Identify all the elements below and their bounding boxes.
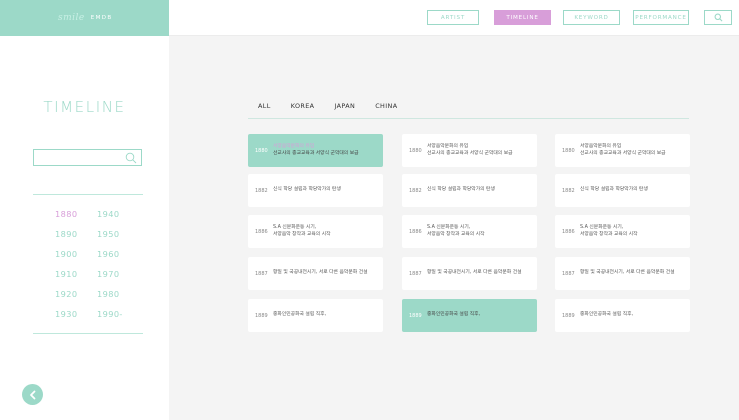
card-text-line1: 항일 및 국공내전시기, 서로 다른 음악문화 건설 bbox=[580, 270, 675, 276]
back-button[interactable] bbox=[22, 384, 43, 405]
nav-timeline-button[interactable]: TIMELINE bbox=[494, 10, 551, 25]
card-text: 중화인민공화국 설립 직후, bbox=[427, 312, 480, 318]
search-icon bbox=[714, 13, 722, 22]
card-text-line2: 선교사의 종교교육과 서양식 군악대의 보급 bbox=[580, 150, 666, 156]
card-year: 1886 bbox=[409, 228, 422, 235]
card-text: 중화인민공화국 설립 직후, bbox=[273, 312, 326, 318]
card-text-line1: 신식 학당 설립과 학당악가의 탄생 bbox=[580, 187, 648, 193]
timeline-card[interactable]: 1886 S.A 신문화운동 시기, 서양음악 창작과 교육의 시작 bbox=[555, 215, 690, 248]
year-1930[interactable]: 1930 bbox=[55, 309, 77, 319]
card-text-line1: 신식 학당 설립과 학당악가의 탄생 bbox=[427, 187, 495, 193]
card-text-line2: 선교사의 종교교육과 서양식 군악대의 보급 bbox=[273, 150, 359, 156]
tab-china[interactable]: CHINA bbox=[375, 102, 397, 110]
card-year: 1882 bbox=[562, 187, 575, 194]
year-1940[interactable]: 1940 bbox=[97, 209, 119, 219]
nav-search-button[interactable] bbox=[704, 10, 732, 25]
card-text: 신식 학당 설립과 학당악가의 탄생 bbox=[580, 187, 648, 193]
timeline-card[interactable]: 1882 신식 학당 설립과 학당악가의 탄생 bbox=[555, 174, 690, 207]
card-year: 1887 bbox=[409, 270, 422, 277]
card-text-line1: 신식 학당 설립과 학당악가의 탄생 bbox=[273, 187, 341, 193]
card-text-line1: 중화인민공화국 설립 직후, bbox=[273, 312, 327, 318]
card-text: 서양음악문화의 유입 선교사의 종교교육과 서양식 군악대의 보급 bbox=[273, 144, 359, 157]
year-1950[interactable]: 1950 bbox=[97, 229, 119, 239]
card-year: 1889 bbox=[409, 312, 422, 319]
sidebar-divider-top bbox=[33, 194, 143, 195]
card-text-line1: 항일 및 국공내전시기, 서로 다른 음악문화 건설 bbox=[273, 270, 368, 276]
timeline-card[interactable]: 1886 S.A 신문화운동 시기, 서양음악 창작과 교육의 시작 bbox=[402, 215, 537, 248]
card-text: 서양음악문화의 유입 선교사의 종교교육과 서양식 군악대의 보급 bbox=[580, 144, 666, 157]
card-text: S.A 신문화운동 시기, 서양음악 창작과 교육의 시작 bbox=[273, 225, 331, 238]
card-text-line2: 선교사의 종교교육과 서양식 군악대의 보급 bbox=[427, 150, 513, 156]
card-text-line1: 중화인민공화국 설립 직후, bbox=[427, 312, 481, 318]
card-year: 1886 bbox=[562, 228, 575, 235]
year-1880[interactable]: 1880 bbox=[55, 209, 77, 219]
card-year: 1889 bbox=[255, 312, 268, 319]
timeline-card[interactable]: 1889 중화인민공화국 설립 직후, bbox=[248, 299, 383, 332]
year-1990-plus[interactable]: 1990- bbox=[97, 309, 123, 319]
tab-korea[interactable]: KOREA bbox=[291, 102, 315, 110]
card-year: 1882 bbox=[409, 187, 422, 194]
card-text: S.A 신문화운동 시기, 서양음악 창작과 교육의 시작 bbox=[427, 225, 485, 238]
nav-performance-button[interactable]: PERFORMANCE bbox=[633, 10, 689, 25]
year-1980[interactable]: 1980 bbox=[97, 289, 119, 299]
timeline-card[interactable]: 1880 서양음악문화의 유입 선교사의 종교교육과 서양식 군악대의 보급 bbox=[248, 134, 383, 167]
card-text: 서양음악문화의 유입 선교사의 종교교육과 서양식 군악대의 보급 bbox=[427, 144, 513, 157]
card-text-line2: 서양음악 창작과 교육의 시작 bbox=[273, 231, 331, 237]
year-1890[interactable]: 1890 bbox=[55, 229, 77, 239]
sidebar-title: TIMELINE bbox=[43, 98, 126, 116]
card-year: 1886 bbox=[255, 228, 268, 235]
timeline-card[interactable]: 1882 신식 학당 설립과 학당악가의 탄생 bbox=[402, 174, 537, 207]
timeline-card[interactable]: 1882 신식 학당 설립과 학당악가의 탄생 bbox=[248, 174, 383, 207]
timeline-card[interactable]: 1880 서양음악문화의 유입 선교사의 종교교육과 서양식 군악대의 보급 bbox=[402, 134, 537, 167]
timeline-card[interactable]: 1889 중화인민공화국 설립 직후, bbox=[555, 299, 690, 332]
top-bar: smile EMDB ARTIST TIMELINE KEYWORD PERFO… bbox=[0, 0, 739, 36]
sidebar-divider-bottom bbox=[33, 333, 143, 334]
logo-text: EMDB bbox=[90, 15, 113, 21]
card-text-line2: 서양음악 창작과 교육의 시작 bbox=[427, 231, 485, 237]
card-text: S.A 신문화운동 시기, 서양음악 창작과 교육의 시작 bbox=[580, 225, 638, 238]
year-1970[interactable]: 1970 bbox=[97, 269, 119, 279]
region-tabs: ALL KOREA JAPAN CHINA bbox=[258, 102, 418, 110]
card-text: 중화인민공화국 설립 직후, bbox=[580, 312, 633, 318]
card-year: 1880 bbox=[562, 147, 575, 154]
card-year: 1887 bbox=[562, 270, 575, 277]
card-text: 항일 및 국공내전시기, 서로 다른 음악문화 건설 bbox=[580, 270, 675, 276]
timeline-card[interactable]: 1886 S.A 신문화운동 시기, 서양음악 창작과 교육의 시작 bbox=[248, 215, 383, 248]
year-1960[interactable]: 1960 bbox=[97, 249, 119, 259]
card-text-line2: 서양음악 창작과 교육의 시작 bbox=[580, 231, 638, 237]
year-1900[interactable]: 1900 bbox=[55, 249, 77, 259]
year-1910[interactable]: 1910 bbox=[55, 269, 77, 279]
sidebar-search-input[interactable] bbox=[33, 149, 142, 166]
sidebar: TIMELINE 1880 1890 1900 1910 1920 1930 1… bbox=[0, 36, 169, 420]
tabs-underline bbox=[248, 118, 689, 119]
card-year: 1880 bbox=[409, 147, 422, 154]
card-text-line1: 항일 및 국공내전시기, 서로 다른 음악문화 건설 bbox=[427, 270, 522, 276]
logo[interactable]: smile EMDB bbox=[0, 0, 169, 36]
search-icon[interactable] bbox=[125, 152, 137, 164]
tab-all[interactable]: ALL bbox=[258, 102, 271, 110]
card-text: 항일 및 국공내전시기, 서로 다른 음악문화 건설 bbox=[273, 270, 368, 276]
card-year: 1889 bbox=[562, 312, 575, 319]
timeline-card[interactable]: 1889 중화인민공화국 설립 직후, bbox=[402, 299, 537, 332]
nav-keyword-button[interactable]: KEYWORD bbox=[563, 10, 620, 25]
year-1920[interactable]: 1920 bbox=[55, 289, 77, 299]
timeline-card[interactable]: 1887 항일 및 국공내전시기, 서로 다른 음악문화 건설 bbox=[248, 257, 383, 290]
tab-japan[interactable]: JAPAN bbox=[334, 102, 355, 110]
card-year: 1882 bbox=[255, 187, 268, 194]
card-year: 1880 bbox=[255, 147, 268, 154]
card-text: 신식 학당 설립과 학당악가의 탄생 bbox=[427, 187, 495, 193]
timeline-card[interactable]: 1887 항일 및 국공내전시기, 서로 다른 음악문화 건설 bbox=[555, 257, 690, 290]
timeline-card[interactable]: 1887 항일 및 국공내전시기, 서로 다른 음악문화 건설 bbox=[402, 257, 537, 290]
logo-mark: smile bbox=[58, 13, 85, 23]
card-text: 신식 학당 설립과 학당악가의 탄생 bbox=[273, 187, 341, 193]
card-text-line1: 중화인민공화국 설립 직후, bbox=[580, 312, 634, 318]
nav-artist-button[interactable]: ARTIST bbox=[427, 10, 479, 25]
card-text: 항일 및 국공내전시기, 서로 다른 음악문화 건설 bbox=[427, 270, 522, 276]
timeline-card[interactable]: 1880 서양음악문화의 유입 선교사의 종교교육과 서양식 군악대의 보급 bbox=[555, 134, 690, 167]
chevron-left-icon bbox=[29, 390, 35, 399]
card-year: 1887 bbox=[255, 270, 268, 277]
